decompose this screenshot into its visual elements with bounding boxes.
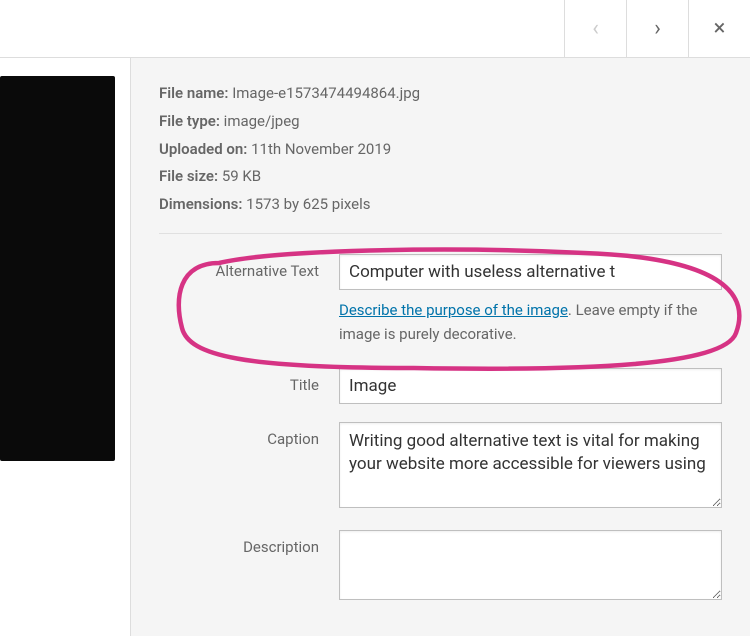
toolbar: ‹ › × [0, 0, 750, 58]
meta-filetype: File type: image/jpeg [159, 108, 722, 136]
meta-filetype-value: image/jpeg [224, 112, 300, 130]
alt-text-help-link[interactable]: Describe the purpose of the image [339, 301, 568, 319]
close-icon: × [714, 16, 726, 41]
title-control [339, 368, 722, 404]
description-field[interactable] [339, 530, 722, 600]
row-alt-text: Alternative Text Describe the purpose of… [159, 254, 722, 346]
row-caption: Caption [159, 422, 722, 512]
close-button[interactable]: × [688, 0, 750, 57]
chevron-left-icon: ‹ [592, 16, 599, 41]
meta-filesize: File size: 59 KB [159, 163, 722, 191]
alt-text-control: Describe the purpose of the image. Leave… [339, 254, 722, 346]
meta-dimensions-label: Dimensions: [159, 195, 242, 213]
caption-control [339, 422, 722, 512]
meta-filename-label: File name: [159, 84, 228, 102]
caption-field[interactable] [339, 422, 722, 508]
alt-text-help: Describe the purpose of the image. Leave… [339, 298, 722, 346]
meta-dimensions: Dimensions: 1573 by 625 pixels [159, 191, 722, 219]
caption-label: Caption [159, 422, 339, 448]
row-description: Description [159, 530, 722, 604]
title-field[interactable] [339, 368, 722, 404]
meta-filetype-label: File type: [159, 112, 220, 130]
meta-filesize-label: File size: [159, 167, 218, 185]
main-area: File name: Image-e1573474494864.jpg File… [0, 58, 750, 636]
attachment-preview[interactable] [0, 76, 115, 461]
file-metadata: File name: Image-e1573474494864.jpg File… [159, 80, 722, 234]
details-panel: File name: Image-e1573474494864.jpg File… [130, 58, 750, 636]
meta-uploaded-value: 11th November 2019 [251, 140, 391, 158]
next-button[interactable]: › [626, 0, 688, 57]
meta-filename-value: Image-e1573474494864.jpg [232, 84, 420, 102]
chevron-right-icon: › [654, 16, 661, 41]
row-title: Title [159, 368, 722, 404]
description-control [339, 530, 722, 604]
meta-dimensions-value: 1573 by 625 pixels [246, 195, 370, 213]
meta-uploaded-label: Uploaded on: [159, 140, 247, 158]
meta-filesize-value: 59 KB [222, 167, 261, 185]
attachment-form: Alternative Text Describe the purpose of… [159, 234, 722, 604]
meta-filename: File name: Image-e1573474494864.jpg [159, 80, 722, 108]
image-column [0, 58, 130, 636]
alt-text-label: Alternative Text [159, 254, 339, 280]
description-label: Description [159, 530, 339, 556]
meta-uploaded: Uploaded on: 11th November 2019 [159, 136, 722, 164]
alt-text-field[interactable] [339, 254, 722, 290]
title-label: Title [159, 368, 339, 394]
prev-button[interactable]: ‹ [564, 0, 626, 57]
